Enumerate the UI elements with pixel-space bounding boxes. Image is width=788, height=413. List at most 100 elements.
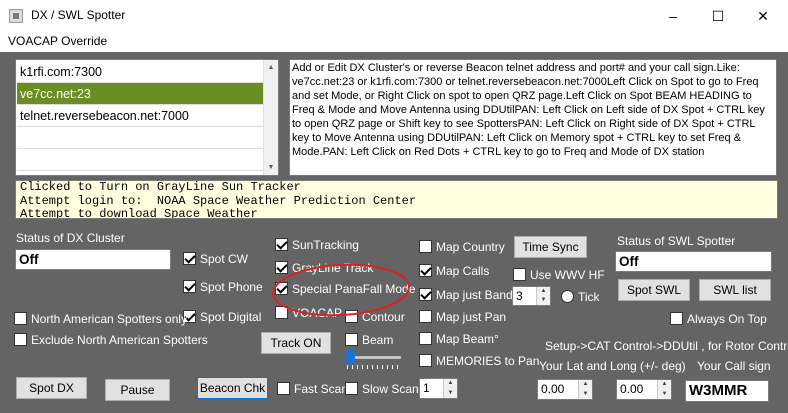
fast-scan-checkbox[interactable]: Fast Scan <box>277 382 348 396</box>
checkbox-label: Spot CW <box>200 252 249 266</box>
spin-down-icon[interactable]: ▼ <box>657 389 671 399</box>
checkbox-label: Special PanaFall Mode <box>292 282 416 296</box>
slider-thumb[interactable] <box>346 350 355 364</box>
list-item[interactable]: k1rfi.com:7300 <box>17 61 265 83</box>
list-item[interactable] <box>17 127 265 149</box>
latitude-value: 0.00 <box>541 382 565 396</box>
list-scrollbar[interactable]: ▲ ▼ <box>263 60 278 175</box>
spot-digital-checkbox[interactable]: Spot Digital <box>183 310 261 324</box>
checkbox-box[interactable] <box>419 288 432 301</box>
scan-spinner[interactable]: 1 ▲ ▼ <box>419 378 458 399</box>
use-wwv-hf-checkbox[interactable]: Use WWV HF <box>513 268 605 282</box>
log-line: Clicked to Turn on GrayLine Sun Tracker <box>20 180 301 194</box>
special-panafall-checkbox[interactable]: Special PanaFall Mode <box>275 282 415 296</box>
checkbox-box[interactable] <box>419 240 432 253</box>
checkbox-box[interactable] <box>275 261 288 274</box>
contour-checkbox[interactable]: Contour <box>345 310 405 324</box>
map-just-band-checkbox[interactable]: Map just Band <box>419 288 513 302</box>
checkbox-box[interactable] <box>419 332 432 345</box>
checkbox-label: Contour <box>362 310 405 324</box>
checkbox-label: Fast Scan <box>294 382 349 396</box>
memories-to-pan-checkbox[interactable]: MEMORIES to Pan <box>419 354 539 368</box>
map-beam-checkbox[interactable]: Map Beam° <box>419 332 499 346</box>
checkbox-box[interactable] <box>183 280 196 293</box>
scroll-down-icon[interactable]: ▼ <box>264 160 278 175</box>
checkbox-box[interactable] <box>419 310 432 323</box>
checkbox-box[interactable] <box>513 268 526 281</box>
maximize-icon[interactable]: ☐ <box>695 0 741 32</box>
checkbox-box[interactable] <box>14 333 27 346</box>
checkbox-label: VOACAP <box>292 306 343 320</box>
beam-checkbox[interactable]: Beam <box>345 333 393 347</box>
exclude-na-spotters-checkbox[interactable]: Exclude North American Spotters <box>14 333 208 347</box>
checkbox-label: Use WWV HF <box>530 268 605 282</box>
swl-list-button[interactable]: SWL list <box>699 279 771 301</box>
pause-button[interactable]: Pause <box>105 379 170 401</box>
beacon-chk-button[interactable]: Beacon Chk <box>197 377 268 399</box>
spot-swl-button[interactable]: Spot SWL <box>618 279 690 301</box>
checkbox-box[interactable] <box>345 382 358 395</box>
grayline-track-checkbox[interactable]: GrayLine Track <box>275 261 373 275</box>
checkbox-label: Map Country <box>436 240 505 254</box>
spin-up-icon[interactable]: ▲ <box>443 379 457 389</box>
checkbox-box[interactable] <box>275 306 288 319</box>
checkbox-label: GrayLine Track <box>292 261 374 275</box>
checkbox-box[interactable] <box>419 264 432 277</box>
map-calls-checkbox[interactable]: Map Calls <box>419 264 489 278</box>
log-box[interactable]: Clicked to Turn on GrayLine Sun Tracker … <box>15 180 778 219</box>
always-on-top-checkbox[interactable]: Always On Top <box>670 312 767 326</box>
list-item[interactable]: telnet.reversebeacon.net:7000 <box>17 105 265 127</box>
close-icon[interactable]: ✕ <box>740 0 786 32</box>
list-item-selected[interactable]: ve7cc.net:23 <box>17 83 265 105</box>
checkbox-box[interactable] <box>345 310 358 323</box>
checkbox-label: Map just Pan <box>436 310 507 324</box>
checkbox-label: Map just Band <box>436 288 513 302</box>
log-line: Attempt login to: NOAA Space Weather Pre… <box>20 193 417 208</box>
radio-dot[interactable] <box>561 290 574 303</box>
spin-down-icon[interactable]: ▼ <box>578 389 592 399</box>
voacap-checkbox[interactable]: VOACAP <box>275 306 342 320</box>
spot-dx-button[interactable]: Spot DX <box>16 377 87 399</box>
checkbox-label: North American Spotters only <box>31 312 188 326</box>
tick-radio[interactable]: Tick <box>561 290 600 304</box>
checkbox-label: Always On Top <box>687 312 767 326</box>
beam-slider[interactable] <box>345 348 403 370</box>
longitude-spinner[interactable]: 0.00 ▲ ▼ <box>616 379 672 400</box>
time-sync-button[interactable]: Time Sync <box>514 236 587 258</box>
latitude-spinner[interactable]: 0.00 ▲ ▼ <box>537 379 593 400</box>
checkbox-label: MEMORIES to Pan <box>436 354 540 368</box>
app-icon <box>9 9 23 23</box>
map-country-checkbox[interactable]: Map Country <box>419 240 505 254</box>
band-spinner[interactable]: 3 ▲ ▼ <box>512 286 551 306</box>
list-item[interactable] <box>17 149 265 171</box>
checkbox-box[interactable] <box>670 312 683 325</box>
checkbox-box[interactable] <box>419 354 432 367</box>
checkbox-box[interactable] <box>275 238 288 251</box>
track-on-button[interactable]: Track ON <box>261 332 331 354</box>
setup-hint: Setup->CAT Control->DDUtil , for Rotor C… <box>545 339 788 353</box>
map-just-pan-checkbox[interactable]: Map just Pan <box>419 310 506 324</box>
na-spotters-only-checkbox[interactable]: North American Spotters only <box>14 312 187 326</box>
checkbox-box[interactable] <box>275 282 288 295</box>
title-bar: DX / SWL Spotter – ☐ ✕ <box>0 0 788 32</box>
checkbox-box[interactable] <box>345 333 358 346</box>
checkbox-box[interactable] <box>14 312 27 325</box>
spin-up-icon[interactable]: ▲ <box>657 380 671 390</box>
spin-up-icon[interactable]: ▲ <box>578 380 592 390</box>
spin-down-icon[interactable]: ▼ <box>536 296 550 305</box>
checkbox-box[interactable] <box>277 382 290 395</box>
spin-down-icon[interactable]: ▼ <box>443 388 457 398</box>
swl-status-label: Status of SWL Spotter <box>617 234 736 248</box>
spot-cw-checkbox[interactable]: Spot CW <box>183 252 248 266</box>
band-spinner-value: 3 <box>516 289 523 303</box>
spot-phone-checkbox[interactable]: Spot Phone <box>183 280 263 294</box>
menu-voacap-override[interactable]: VOACAP Override <box>8 34 107 48</box>
checkbox-box[interactable] <box>183 252 196 265</box>
sun-tracking-checkbox[interactable]: SunTracking <box>275 238 359 252</box>
cluster-list[interactable]: k1rfi.com:7300 ve7cc.net:23 telnet.rever… <box>15 59 279 176</box>
slow-scan-checkbox[interactable]: Slow Scan <box>345 382 419 396</box>
spin-up-icon[interactable]: ▲ <box>536 287 550 296</box>
scroll-up-icon[interactable]: ▲ <box>264 60 278 75</box>
callsign-field[interactable]: W3MMR <box>685 380 769 402</box>
minimize-icon[interactable]: – <box>650 0 696 32</box>
